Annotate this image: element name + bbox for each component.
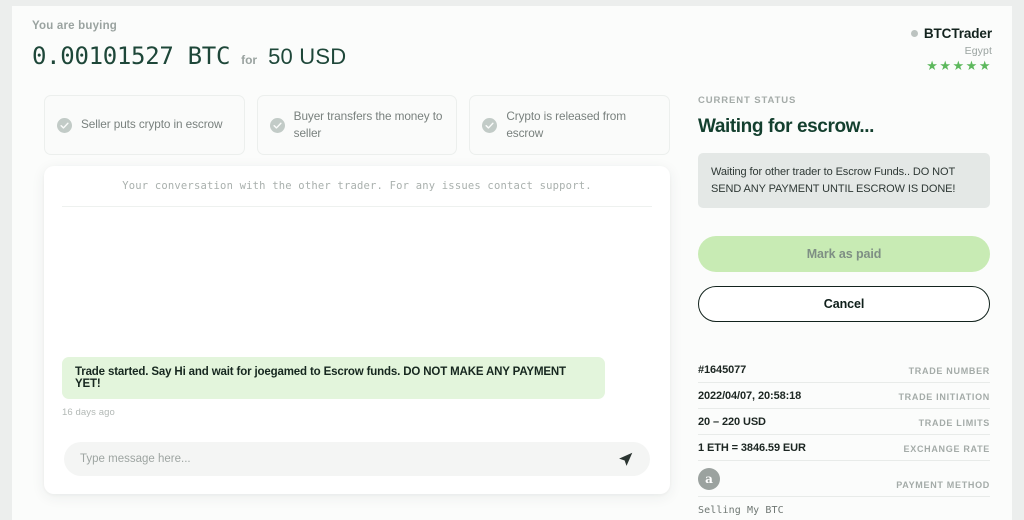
- check-circle-icon: [269, 117, 285, 133]
- detail-value: 2022/04/07, 20:58:18: [698, 390, 802, 402]
- trader-name: BTCTrader: [923, 26, 992, 41]
- trader-country: Egypt: [964, 45, 992, 57]
- trade-page: You are buying 0.00101527 BTC for 50 USD…: [12, 6, 1012, 520]
- trade-details-table: #1645077 TRADE NUMBER 2022/04/07, 20:58:…: [698, 357, 990, 520]
- chat-message: Trade started. Say Hi and wait for joega…: [62, 357, 652, 418]
- detail-row-trade-limits: 20 – 220 USD TRADE LIMITS: [698, 409, 990, 435]
- message-timestamp: 16 days ago: [62, 407, 115, 418]
- status-notice: Waiting for other trader to Escrow Funds…: [698, 153, 990, 208]
- check-circle-icon: [482, 117, 498, 133]
- detail-value: #1645077: [698, 364, 747, 376]
- step-label: Buyer transfers the money to seller: [293, 108, 443, 140]
- detail-row-trade-number: #1645077 TRADE NUMBER: [698, 357, 990, 383]
- detail-key: EXCHANGE RATE: [903, 444, 990, 454]
- escrow-steps: Seller puts crypto in escrow Buyer trans…: [44, 95, 671, 155]
- fiat-amount: 50 USD: [268, 44, 347, 69]
- amount-row: 0.00101527 BTC for 50 USD: [32, 42, 992, 70]
- step-card-buyer-transfer: Buyer transfers the money to seller: [256, 95, 458, 155]
- mark-as-paid-button[interactable]: Mark as paid: [698, 236, 990, 272]
- chat-note: Your conversation with the other trader.…: [122, 180, 592, 192]
- check-circle-icon: [57, 117, 72, 133]
- detail-row-exchange-rate: 1 ETH = 3846.59 EUR EXCHANGE RATE: [698, 435, 990, 461]
- detail-value: 20 – 220 USD: [698, 416, 766, 428]
- detail-row-trade-initiation: 2022/04/07, 20:58:18 TRADE INITIATION: [698, 383, 990, 409]
- page-header: You are buying 0.00101527 BTC for 50 USD…: [32, 20, 992, 82]
- for-label: for: [241, 53, 258, 67]
- crypto-amount: 0.00101527 BTC: [32, 42, 231, 70]
- detail-row-description: Selling My BTC DESCRIPTION: [698, 497, 990, 520]
- send-icon[interactable]: [617, 451, 634, 468]
- cancel-button[interactable]: Cancel: [698, 286, 990, 322]
- step-card-crypto-released: Crypto is released from escrow: [469, 95, 671, 155]
- status-panel: CURRENT STATUS Waiting for escrow... Wai…: [698, 95, 990, 520]
- detail-key: TRADE INITIATION: [898, 392, 990, 402]
- trader-name-row: BTCTrader: [910, 26, 992, 41]
- detail-row-payment-method: a PAYMENT METHOD: [698, 461, 990, 497]
- chat-card: Your conversation with the other trader.…: [44, 166, 670, 494]
- online-status-dot: [910, 30, 918, 37]
- step-label: Seller puts crypto in escrow: [81, 117, 223, 132]
- chat-input-bar[interactable]: [64, 442, 650, 476]
- detail-key: TRADE LIMITS: [918, 418, 990, 428]
- detail-key: PAYMENT METHOD: [896, 480, 990, 490]
- detail-value: 1 ETH = 3846.59 EUR: [698, 442, 806, 454]
- buying-label: You are buying: [32, 20, 118, 32]
- chat-message-list[interactable]: Trade started. Say Hi and wait for joega…: [44, 214, 670, 424]
- message-bubble: Trade started. Say Hi and wait for joega…: [62, 357, 605, 399]
- payment-method-icon: a: [698, 468, 720, 490]
- detail-key: TRADE NUMBER: [908, 366, 990, 376]
- step-card-seller-escrow: Seller puts crypto in escrow: [44, 95, 245, 155]
- message-input[interactable]: [80, 453, 617, 465]
- description-value: Selling My BTC: [698, 505, 784, 516]
- status-title: Waiting for escrow...: [698, 116, 874, 137]
- step-label: Crypto is released from escrow: [506, 108, 626, 140]
- trader-info[interactable]: BTCTrader Egypt ★★★★★: [910, 26, 992, 73]
- current-status-label: CURRENT STATUS: [698, 95, 797, 106]
- chat-divider: [62, 206, 652, 207]
- star-rating-icon: ★★★★★: [926, 58, 992, 73]
